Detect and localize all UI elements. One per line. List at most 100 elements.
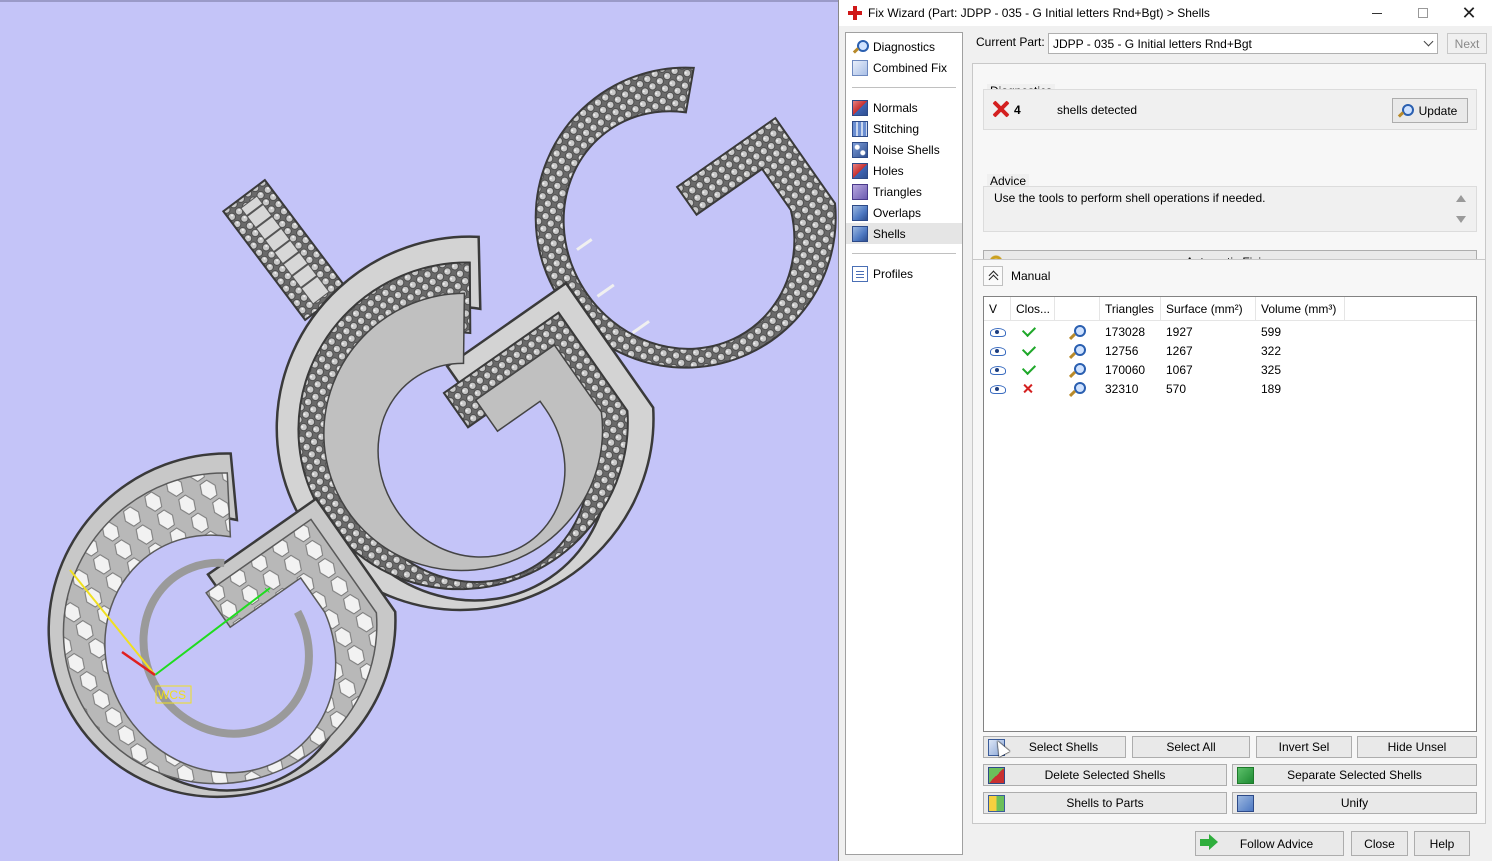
column-zoom[interactable] xyxy=(1055,297,1100,321)
maximize-button[interactable] xyxy=(1400,0,1446,26)
sidebar-item-label: Diagnostics xyxy=(873,39,936,54)
noise-shells-icon xyxy=(852,141,868,158)
table-header: V Clos... Triangles Surface (mm²) Volume… xyxy=(984,297,1476,321)
table-row[interactable]: 32310 570 189 xyxy=(984,379,1476,398)
cell-volume: 189 xyxy=(1261,381,1282,396)
sidebar-item-label: Holes xyxy=(873,163,904,178)
sidebar-divider xyxy=(852,253,956,254)
scroll-down-icon[interactable] xyxy=(1456,216,1466,223)
shells-table[interactable]: V Clos... Triangles Surface (mm²) Volume… xyxy=(983,296,1477,732)
sidebar-item-label: Stitching xyxy=(873,121,920,136)
unify-icon xyxy=(1237,795,1254,812)
select-shells-label: Select Shells xyxy=(1028,740,1099,754)
manual-group: Manual V Clos... Triangles Surface (mm²)… xyxy=(972,259,1486,824)
shells-to-parts-button[interactable]: Shells to Parts xyxy=(983,792,1227,814)
next-button[interactable]: Next xyxy=(1447,33,1487,54)
normals-icon xyxy=(852,99,868,116)
shells-icon xyxy=(852,225,868,242)
column-triangles[interactable]: Triangles xyxy=(1100,297,1161,321)
magnifier-icon xyxy=(1397,103,1414,119)
follow-advice-button[interactable]: Follow Advice xyxy=(1195,831,1344,856)
3d-viewport[interactable]: × WCS xyxy=(0,0,838,861)
zoom-to-shell-icon[interactable] xyxy=(1067,323,1086,341)
collapse-toggle[interactable] xyxy=(983,266,1003,286)
separate-shells-icon xyxy=(1237,767,1254,784)
sidebar-item-overlaps[interactable]: Overlaps xyxy=(846,202,962,223)
cell-triangles: 32310 xyxy=(1105,381,1139,396)
triangles-icon xyxy=(852,183,868,200)
sidebar-item-noise-shells[interactable]: Noise Shells xyxy=(846,139,962,160)
separate-selected-shells-button[interactable]: Separate Selected Shells xyxy=(1232,764,1477,786)
fix-wizard-window: Fix Wizard (Part: JDPP - 035 - G Initial… xyxy=(838,0,1492,861)
sidebar-item-combined-fix[interactable]: Combined Fix xyxy=(846,57,962,78)
zoom-to-shell-icon[interactable] xyxy=(1067,380,1086,398)
visibility-eye-icon[interactable] xyxy=(989,365,1006,375)
unify-button[interactable]: Unify xyxy=(1232,792,1477,814)
close-button[interactable]: Close xyxy=(1351,831,1408,856)
maximize-icon xyxy=(1418,8,1428,18)
sidebar-item-label: Profiles xyxy=(873,266,914,281)
sidebar-item-stitching[interactable]: Stitching xyxy=(846,118,962,139)
table-row[interactable]: 173028 1927 599 xyxy=(984,322,1476,341)
profiles-icon xyxy=(852,265,868,282)
table-row[interactable]: 12756 1267 322 xyxy=(984,341,1476,360)
shells-to-parts-label: Shells to Parts xyxy=(1066,796,1144,810)
sidebar-item-label: Normals xyxy=(873,100,918,115)
sidebar-item-holes[interactable]: Holes xyxy=(846,160,962,181)
cell-volume: 599 xyxy=(1261,324,1282,339)
check-icon xyxy=(1021,341,1037,356)
sidebar-item-profiles[interactable]: Profiles xyxy=(846,263,962,284)
title-bar[interactable]: Fix Wizard (Part: JDPP - 035 - G Initial… xyxy=(839,0,1492,26)
cell-volume: 325 xyxy=(1261,362,1282,377)
sidebar-item-triangles[interactable]: Triangles xyxy=(846,181,962,202)
current-part-value: JDPP - 035 - G Initial letters Rnd+Bgt xyxy=(1053,37,1252,51)
chevron-down-icon xyxy=(1423,36,1434,47)
sidebar-item-shells[interactable]: Shells xyxy=(846,223,962,244)
help-button[interactable]: Help xyxy=(1414,831,1470,856)
minimize-button[interactable] xyxy=(1354,0,1400,26)
select-all-button[interactable]: Select All xyxy=(1132,736,1250,758)
current-part-label: Current Part: xyxy=(976,35,1045,49)
close-icon: ✕ xyxy=(1461,2,1477,23)
sidebar-item-normals[interactable]: Normals xyxy=(846,97,962,118)
scroll-up-icon[interactable] xyxy=(1456,195,1466,202)
separate-selected-shells-label: Separate Selected Shells xyxy=(1287,768,1422,782)
shells-to-parts-icon xyxy=(988,795,1005,812)
sidebar-item-diagnostics[interactable]: Diagnostics xyxy=(846,36,962,57)
advice-text: Use the tools to perform shell operation… xyxy=(994,191,1266,205)
cell-triangles: 170060 xyxy=(1105,362,1146,377)
advice-textbox: Use the tools to perform shell operation… xyxy=(983,186,1477,232)
sidebar-item-label: Triangles xyxy=(873,184,922,199)
follow-advice-label: Follow Advice xyxy=(1239,836,1314,851)
delete-selected-shells-button[interactable]: Delete Selected Shells xyxy=(983,764,1227,786)
holes-icon xyxy=(852,162,868,179)
viewport-scene: × WCS xyxy=(47,66,837,799)
zoom-to-shell-icon[interactable] xyxy=(1067,342,1086,360)
visibility-eye-icon[interactable] xyxy=(989,346,1006,356)
window-title: Fix Wizard (Part: JDPP - 035 - G Initial… xyxy=(868,6,1210,20)
invert-selection-button[interactable]: Invert Sel xyxy=(1256,736,1352,758)
delete-selected-shells-label: Delete Selected Shells xyxy=(1044,768,1166,782)
advice-section: Advice Use the tools to perform shell op… xyxy=(983,174,1477,246)
open-x-icon xyxy=(1023,384,1033,394)
check-icon xyxy=(1021,360,1037,375)
column-visible[interactable]: V xyxy=(984,297,1011,321)
visibility-eye-icon[interactable] xyxy=(989,384,1006,394)
cell-surface: 1267 xyxy=(1166,343,1193,358)
table-row[interactable]: 170060 1067 325 xyxy=(984,360,1476,379)
diagnostics-summary: 4 shells detected Update xyxy=(983,89,1477,130)
column-surface[interactable]: Surface (mm²) xyxy=(1161,297,1256,321)
zoom-to-shell-icon[interactable] xyxy=(1067,361,1086,379)
shell-count: 4 xyxy=(1014,103,1021,117)
overlaps-icon xyxy=(852,204,868,221)
close-window-button[interactable]: ✕ xyxy=(1446,0,1492,26)
column-volume[interactable]: Volume (mm³) xyxy=(1256,297,1345,321)
fix-category-list: Diagnostics Combined Fix Normals Stitchi… xyxy=(845,32,963,855)
visibility-eye-icon[interactable] xyxy=(989,327,1006,337)
update-button[interactable]: Update xyxy=(1392,98,1468,123)
delete-shells-icon xyxy=(988,767,1005,784)
stitching-icon xyxy=(852,120,868,137)
hide-unselected-button[interactable]: Hide Unsel xyxy=(1357,736,1477,758)
current-part-select[interactable]: JDPP - 035 - G Initial letters Rnd+Bgt xyxy=(1048,33,1438,54)
column-closed[interactable]: Clos... xyxy=(1011,297,1055,321)
